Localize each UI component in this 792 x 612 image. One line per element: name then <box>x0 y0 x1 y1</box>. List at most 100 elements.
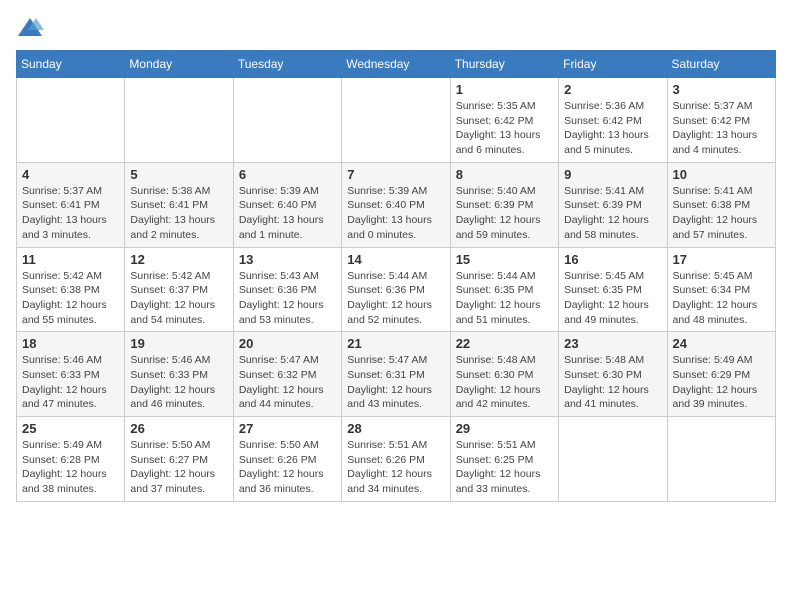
day-info: Sunrise: 5:49 AM Sunset: 6:28 PM Dayligh… <box>22 438 119 497</box>
day-number: 14 <box>347 252 444 267</box>
day-info: Sunrise: 5:38 AM Sunset: 6:41 PM Dayligh… <box>130 184 227 243</box>
day-info: Sunrise: 5:45 AM Sunset: 6:35 PM Dayligh… <box>564 269 661 328</box>
day-number: 7 <box>347 167 444 182</box>
day-number: 22 <box>456 336 553 351</box>
day-header-monday: Monday <box>125 51 233 78</box>
calendar-cell <box>17 78 125 163</box>
day-info: Sunrise: 5:44 AM Sunset: 6:36 PM Dayligh… <box>347 269 444 328</box>
day-info: Sunrise: 5:40 AM Sunset: 6:39 PM Dayligh… <box>456 184 553 243</box>
day-number: 21 <box>347 336 444 351</box>
day-info: Sunrise: 5:41 AM Sunset: 6:38 PM Dayligh… <box>673 184 770 243</box>
logo-icon <box>16 16 44 38</box>
calendar-cell: 4 Sunrise: 5:37 AM Sunset: 6:41 PM Daylig… <box>17 162 125 247</box>
day-number: 9 <box>564 167 661 182</box>
day-info: Sunrise: 5:45 AM Sunset: 6:34 PM Dayligh… <box>673 269 770 328</box>
day-number: 6 <box>239 167 336 182</box>
day-info: Sunrise: 5:51 AM Sunset: 6:26 PM Dayligh… <box>347 438 444 497</box>
day-info: Sunrise: 5:46 AM Sunset: 6:33 PM Dayligh… <box>22 353 119 412</box>
day-number: 5 <box>130 167 227 182</box>
day-number: 1 <box>456 82 553 97</box>
calendar-cell: 29 Sunrise: 5:51 AM Sunset: 6:25 PM Dayli… <box>450 417 558 502</box>
calendar-table: SundayMondayTuesdayWednesdayThursdayFrid… <box>16 50 776 502</box>
calendar-week-row: 1 Sunrise: 5:35 AM Sunset: 6:42 PM Daylig… <box>17 78 776 163</box>
day-number: 16 <box>564 252 661 267</box>
day-number: 29 <box>456 421 553 436</box>
calendar-cell <box>342 78 450 163</box>
day-info: Sunrise: 5:43 AM Sunset: 6:36 PM Dayligh… <box>239 269 336 328</box>
day-number: 17 <box>673 252 770 267</box>
calendar-cell <box>667 417 775 502</box>
day-number: 26 <box>130 421 227 436</box>
page-header <box>16 16 776 38</box>
day-info: Sunrise: 5:50 AM Sunset: 6:26 PM Dayligh… <box>239 438 336 497</box>
calendar-cell: 13 Sunrise: 5:43 AM Sunset: 6:36 PM Dayli… <box>233 247 341 332</box>
calendar-cell: 26 Sunrise: 5:50 AM Sunset: 6:27 PM Dayli… <box>125 417 233 502</box>
calendar-cell: 17 Sunrise: 5:45 AM Sunset: 6:34 PM Dayli… <box>667 247 775 332</box>
day-number: 13 <box>239 252 336 267</box>
day-info: Sunrise: 5:42 AM Sunset: 6:38 PM Dayligh… <box>22 269 119 328</box>
day-info: Sunrise: 5:35 AM Sunset: 6:42 PM Dayligh… <box>456 99 553 158</box>
day-number: 12 <box>130 252 227 267</box>
day-info: Sunrise: 5:44 AM Sunset: 6:35 PM Dayligh… <box>456 269 553 328</box>
day-info: Sunrise: 5:48 AM Sunset: 6:30 PM Dayligh… <box>564 353 661 412</box>
calendar-cell <box>233 78 341 163</box>
day-number: 10 <box>673 167 770 182</box>
calendar-cell: 23 Sunrise: 5:48 AM Sunset: 6:30 PM Dayli… <box>559 332 667 417</box>
calendar-cell: 2 Sunrise: 5:36 AM Sunset: 6:42 PM Daylig… <box>559 78 667 163</box>
day-info: Sunrise: 5:42 AM Sunset: 6:37 PM Dayligh… <box>130 269 227 328</box>
day-info: Sunrise: 5:48 AM Sunset: 6:30 PM Dayligh… <box>456 353 553 412</box>
day-number: 27 <box>239 421 336 436</box>
calendar-cell: 24 Sunrise: 5:49 AM Sunset: 6:29 PM Dayli… <box>667 332 775 417</box>
day-info: Sunrise: 5:50 AM Sunset: 6:27 PM Dayligh… <box>130 438 227 497</box>
calendar-cell <box>125 78 233 163</box>
calendar-cell: 12 Sunrise: 5:42 AM Sunset: 6:37 PM Dayli… <box>125 247 233 332</box>
calendar-cell: 18 Sunrise: 5:46 AM Sunset: 6:33 PM Dayli… <box>17 332 125 417</box>
calendar-week-row: 25 Sunrise: 5:49 AM Sunset: 6:28 PM Dayli… <box>17 417 776 502</box>
day-number: 11 <box>22 252 119 267</box>
day-number: 3 <box>673 82 770 97</box>
day-info: Sunrise: 5:37 AM Sunset: 6:42 PM Dayligh… <box>673 99 770 158</box>
calendar-week-row: 4 Sunrise: 5:37 AM Sunset: 6:41 PM Daylig… <box>17 162 776 247</box>
calendar-cell: 9 Sunrise: 5:41 AM Sunset: 6:39 PM Daylig… <box>559 162 667 247</box>
day-header-saturday: Saturday <box>667 51 775 78</box>
calendar-cell: 28 Sunrise: 5:51 AM Sunset: 6:26 PM Dayli… <box>342 417 450 502</box>
calendar-cell: 15 Sunrise: 5:44 AM Sunset: 6:35 PM Dayli… <box>450 247 558 332</box>
day-info: Sunrise: 5:39 AM Sunset: 6:40 PM Dayligh… <box>347 184 444 243</box>
day-header-tuesday: Tuesday <box>233 51 341 78</box>
calendar-cell: 10 Sunrise: 5:41 AM Sunset: 6:38 PM Dayli… <box>667 162 775 247</box>
day-header-friday: Friday <box>559 51 667 78</box>
day-info: Sunrise: 5:41 AM Sunset: 6:39 PM Dayligh… <box>564 184 661 243</box>
calendar-cell: 21 Sunrise: 5:47 AM Sunset: 6:31 PM Dayli… <box>342 332 450 417</box>
calendar-cell: 6 Sunrise: 5:39 AM Sunset: 6:40 PM Daylig… <box>233 162 341 247</box>
calendar-header-row: SundayMondayTuesdayWednesdayThursdayFrid… <box>17 51 776 78</box>
day-header-wednesday: Wednesday <box>342 51 450 78</box>
calendar-cell: 3 Sunrise: 5:37 AM Sunset: 6:42 PM Daylig… <box>667 78 775 163</box>
day-number: 23 <box>564 336 661 351</box>
day-number: 18 <box>22 336 119 351</box>
day-number: 15 <box>456 252 553 267</box>
calendar-cell: 5 Sunrise: 5:38 AM Sunset: 6:41 PM Daylig… <box>125 162 233 247</box>
day-number: 25 <box>22 421 119 436</box>
calendar-cell: 16 Sunrise: 5:45 AM Sunset: 6:35 PM Dayli… <box>559 247 667 332</box>
day-info: Sunrise: 5:39 AM Sunset: 6:40 PM Dayligh… <box>239 184 336 243</box>
calendar-cell: 1 Sunrise: 5:35 AM Sunset: 6:42 PM Daylig… <box>450 78 558 163</box>
calendar-cell: 22 Sunrise: 5:48 AM Sunset: 6:30 PM Dayli… <box>450 332 558 417</box>
day-info: Sunrise: 5:47 AM Sunset: 6:31 PM Dayligh… <box>347 353 444 412</box>
day-number: 20 <box>239 336 336 351</box>
day-info: Sunrise: 5:51 AM Sunset: 6:25 PM Dayligh… <box>456 438 553 497</box>
calendar-cell: 11 Sunrise: 5:42 AM Sunset: 6:38 PM Dayli… <box>17 247 125 332</box>
day-info: Sunrise: 5:49 AM Sunset: 6:29 PM Dayligh… <box>673 353 770 412</box>
day-number: 4 <box>22 167 119 182</box>
day-number: 2 <box>564 82 661 97</box>
calendar-cell: 25 Sunrise: 5:49 AM Sunset: 6:28 PM Dayli… <box>17 417 125 502</box>
day-number: 24 <box>673 336 770 351</box>
day-number: 8 <box>456 167 553 182</box>
day-number: 19 <box>130 336 227 351</box>
calendar-week-row: 18 Sunrise: 5:46 AM Sunset: 6:33 PM Dayli… <box>17 332 776 417</box>
day-info: Sunrise: 5:36 AM Sunset: 6:42 PM Dayligh… <box>564 99 661 158</box>
day-number: 28 <box>347 421 444 436</box>
day-header-sunday: Sunday <box>17 51 125 78</box>
day-info: Sunrise: 5:37 AM Sunset: 6:41 PM Dayligh… <box>22 184 119 243</box>
logo <box>16 16 48 38</box>
calendar-cell: 14 Sunrise: 5:44 AM Sunset: 6:36 PM Dayli… <box>342 247 450 332</box>
